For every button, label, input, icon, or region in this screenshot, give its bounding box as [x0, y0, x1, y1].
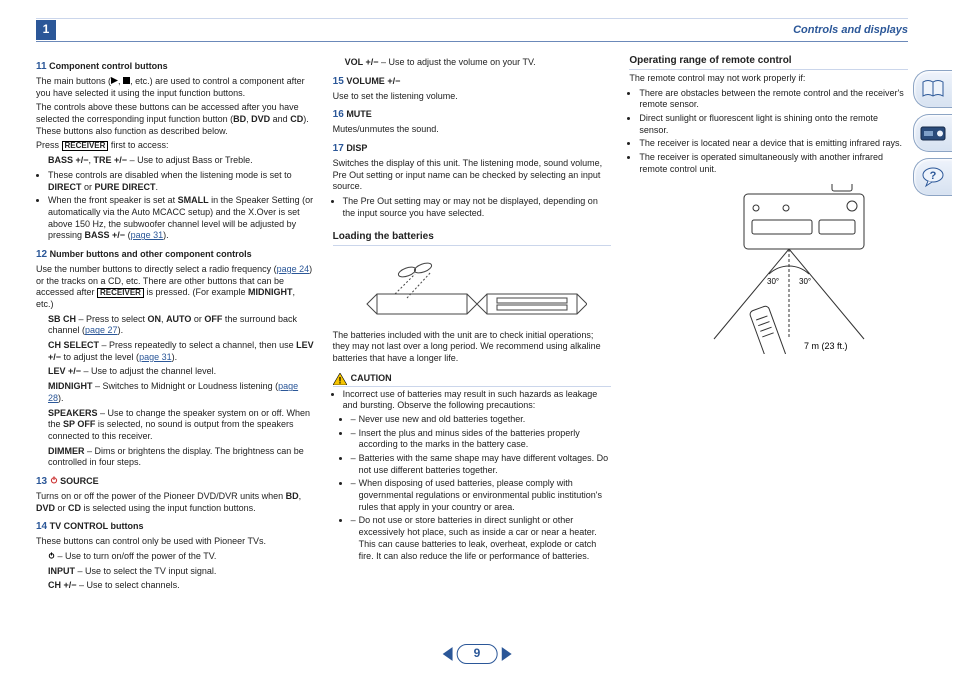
svg-text:!: !: [338, 375, 341, 385]
item-13-p: Turns on or off the power of the Pioneer…: [36, 491, 315, 514]
battery-diagram: [357, 254, 587, 324]
item-11-number: 11: [36, 61, 47, 72]
item-15-label: VOLUME +/−: [346, 76, 400, 86]
item-11-bass-tre: BASS +/−, TRE +/− – Use to adjust Bass o…: [36, 155, 315, 167]
item-13-label: SOURCE: [60, 476, 99, 486]
angle-right: 30°: [799, 277, 811, 286]
item-12-ch: CH SELECT – Press repeatedly to select a…: [36, 340, 315, 363]
item-11-p1: The main buttons (, , etc.) are used to …: [36, 76, 315, 99]
item-11-p3: Press RECEIVER first to access:: [36, 140, 315, 152]
svg-text:?: ?: [930, 170, 937, 182]
column-2: VOL +/− – Use to adjust the volume on yo…: [333, 54, 612, 595]
item-17-note: The Pre Out setting may or may not be di…: [343, 196, 612, 219]
range-b3: The receiver is located near a device th…: [639, 138, 908, 150]
column-1: 11 Component control buttons The main bu…: [36, 54, 315, 595]
item-15-p: Use to set the listening volume.: [333, 91, 612, 103]
item-16-label: MUTE: [346, 109, 372, 119]
item-12-label: Number buttons and other component contr…: [50, 249, 252, 259]
item-12-number: 12: [36, 249, 47, 260]
item-15-number: 15: [333, 76, 344, 87]
caution-title: CAUTION: [351, 373, 392, 385]
tab-book[interactable]: [913, 70, 952, 108]
item-17-p: Switches the display of this unit. The l…: [333, 158, 612, 193]
item-11-note-1: These controls are disabled when the lis…: [48, 170, 315, 193]
caution-d3: Batteries with the same shape may have d…: [351, 453, 612, 476]
caution-d1: Never use new and old batteries together…: [351, 414, 612, 426]
item-12-mid: MIDNIGHT – Switches to Midnight or Loudn…: [36, 381, 315, 404]
item-12-p1: Use the number buttons to directly selec…: [36, 264, 315, 311]
item-13-number: 13: [36, 476, 47, 487]
power-icon-2: [48, 552, 55, 559]
link-page-31-a[interactable]: page 31: [131, 230, 164, 240]
loading-batteries-p: The batteries included with the unit are…: [333, 330, 612, 365]
caution-header: ! CAUTION: [333, 373, 612, 385]
receiver-button-box-2: RECEIVER: [97, 288, 144, 299]
book-icon: [921, 79, 945, 99]
play-icon: [111, 77, 118, 84]
item-12-lev: LEV +/− – Use to adjust the channel leve…: [36, 366, 315, 378]
item-14-p: These buttons can control only be used w…: [36, 536, 315, 548]
item-14-vol: VOL +/− – Use to adjust the volume on yo…: [333, 57, 612, 69]
item-17-label: DISP: [346, 143, 367, 153]
tab-help[interactable]: ?: [913, 158, 952, 196]
caution-intro: Incorrect use of batteries may result in…: [343, 389, 612, 563]
item-17-number: 17: [333, 143, 344, 154]
caution-icon: !: [333, 373, 347, 385]
caution-d4: When disposing of used batteries, please…: [351, 478, 612, 513]
angle-left: 30°: [767, 277, 779, 286]
range-b4: The receiver is operated simultaneously …: [639, 152, 908, 175]
link-page-24[interactable]: page 24: [277, 264, 310, 274]
operating-range-p: The remote control may not work properly…: [629, 73, 908, 85]
item-14-pw: – Use to turn on/off the power of the TV…: [36, 551, 315, 563]
range-b2: Direct sunlight or fluorescent light is …: [639, 113, 908, 136]
column-3: Operating range of remote control The re…: [629, 54, 908, 595]
page-number: 9: [457, 644, 498, 664]
item-16-p: Mutes/unmutes the sound.: [333, 124, 612, 136]
chapter-title: Controls and displays: [56, 23, 908, 37]
item-14-label: TV CONTROL buttons: [50, 521, 144, 531]
pager-next-icon[interactable]: [501, 647, 511, 661]
operating-range-title: Operating range of remote control: [629, 54, 908, 67]
item-11-note-2: When the front speaker is set at SMALL i…: [48, 195, 315, 242]
loading-batteries-title: Loading the batteries: [333, 230, 612, 243]
range-distance: 7 m (23 ft.): [804, 341, 848, 351]
range-b1: There are obstacles between the remote c…: [639, 88, 908, 111]
caution-d5: Do not use or store batteries in direct …: [351, 515, 612, 562]
caution-d2: Insert the plus and minus sides of the b…: [351, 428, 612, 451]
receiver-icon: [920, 124, 946, 142]
help-icon: ?: [921, 166, 945, 188]
chapter-number-badge: 1: [36, 20, 56, 40]
tab-receiver[interactable]: [913, 114, 952, 152]
pager-prev-icon[interactable]: [443, 647, 453, 661]
item-16-number: 16: [333, 109, 344, 120]
item-12-dim: DIMMER – Dims or brightens the display. …: [36, 446, 315, 469]
receiver-button-box: RECEIVER: [62, 141, 109, 152]
item-11-label: Component control buttons: [49, 61, 167, 71]
pager: 9: [443, 644, 512, 664]
side-tabs: ?: [913, 70, 952, 196]
item-14-in: INPUT – Use to select the TV input signa…: [36, 566, 315, 578]
item-14-number: 14: [36, 521, 47, 532]
power-icon: [50, 476, 58, 484]
link-page-31-b[interactable]: page 31: [139, 352, 172, 362]
page-header: 1 Controls and displays: [36, 18, 908, 42]
item-14-ch: CH +/− – Use to select channels.: [36, 580, 315, 592]
remote-range-diagram: 30° 30° 7 m (23 ft.): [654, 184, 884, 354]
link-page-27[interactable]: page 27: [85, 325, 118, 335]
item-12-spk: SPEAKERS – Use to change the speaker sys…: [36, 408, 315, 443]
item-11-p2: The controls above these buttons can be …: [36, 102, 315, 137]
item-12-sb: SB CH – Press to select ON, AUTO or OFF …: [36, 314, 315, 337]
